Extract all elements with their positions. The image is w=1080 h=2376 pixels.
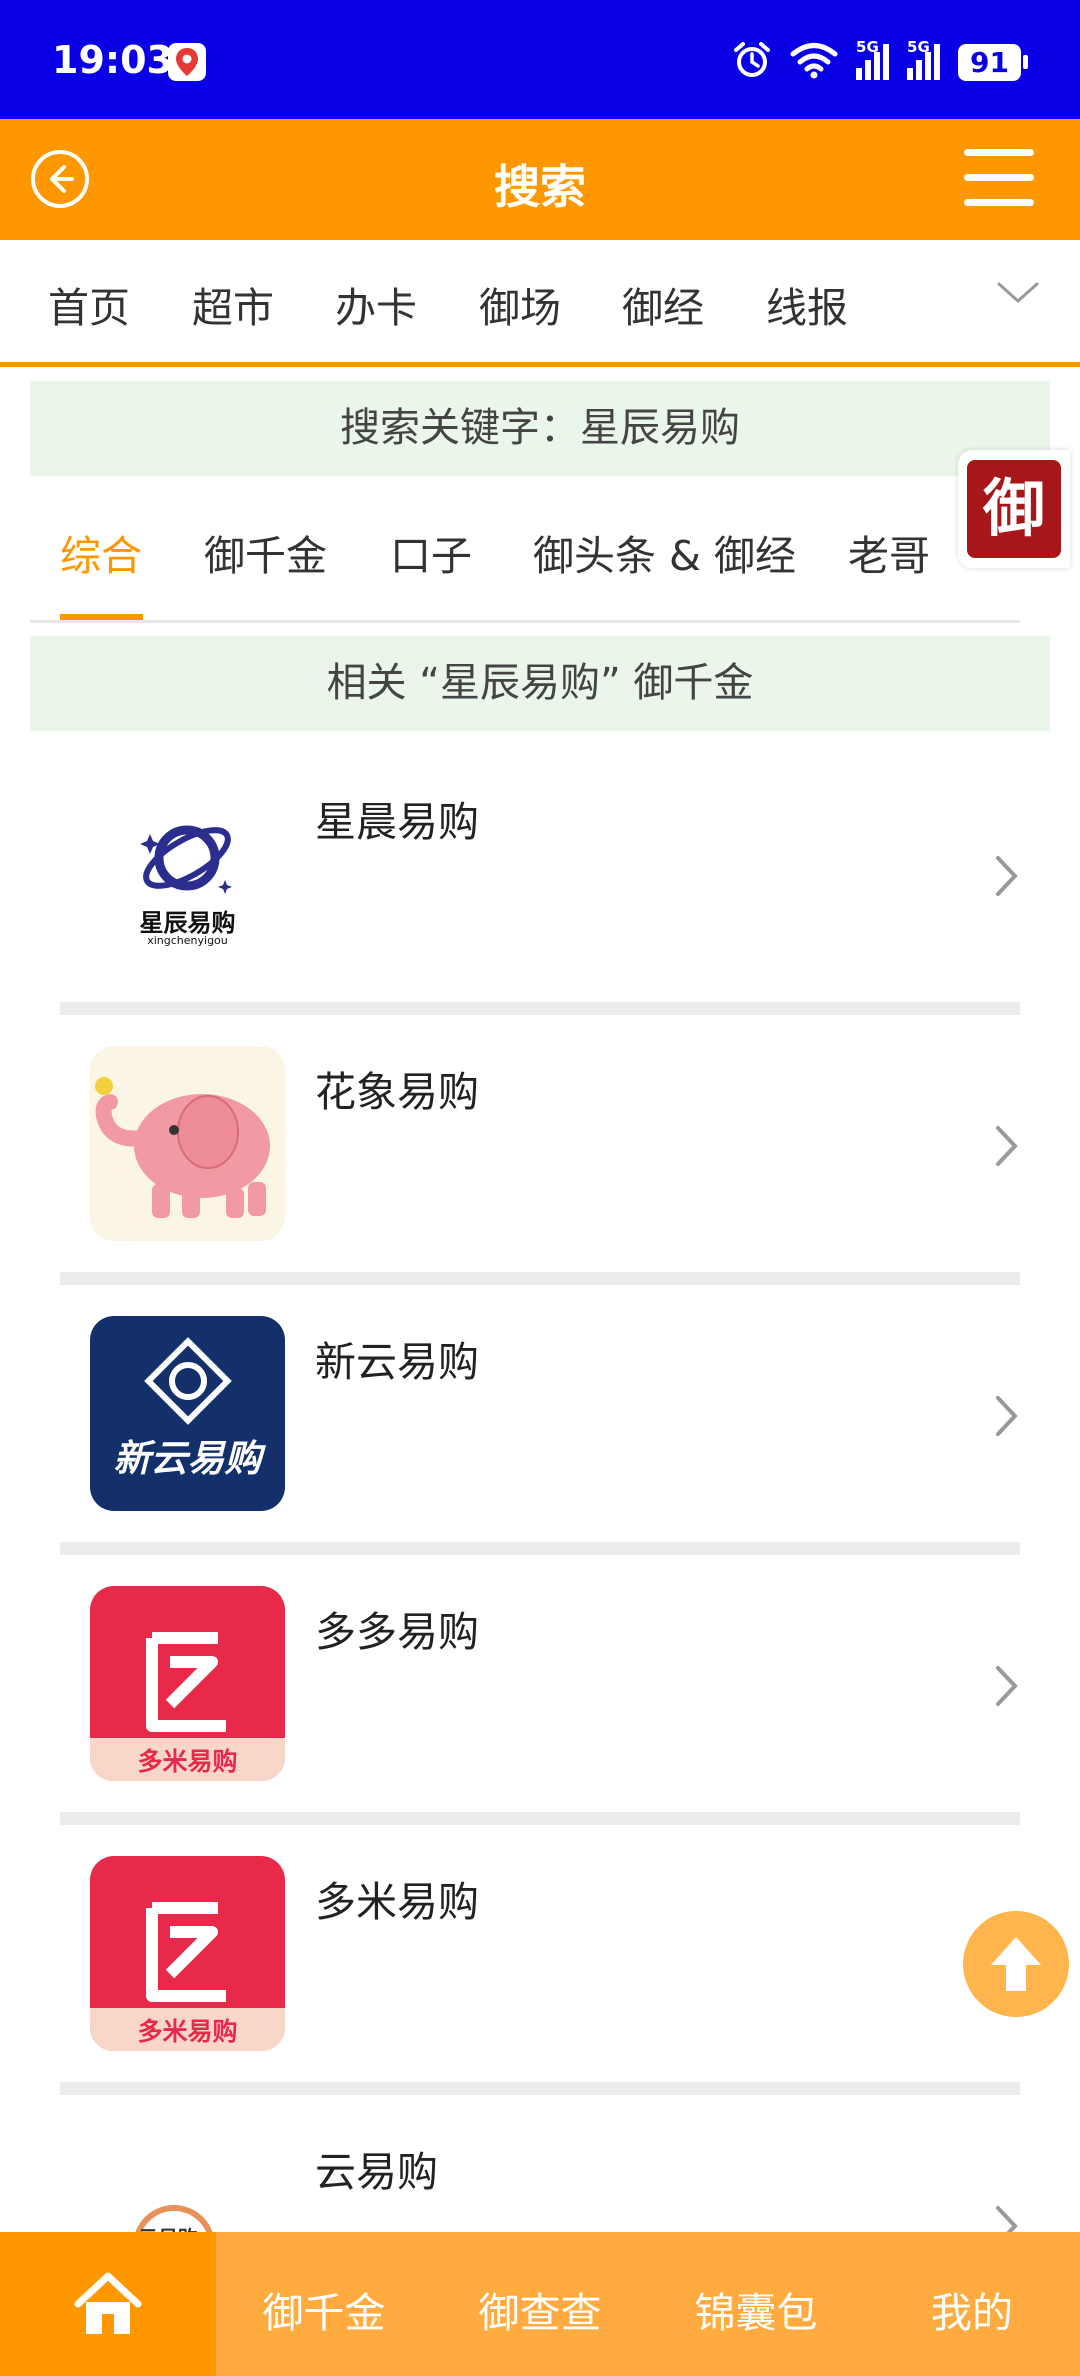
network-type-label: 5G bbox=[856, 38, 879, 56]
arrow-up-icon bbox=[991, 1937, 1041, 1991]
nav-yuchacha[interactable]: 御查查 bbox=[432, 2279, 648, 2339]
header-bar: 搜索 bbox=[0, 119, 1080, 240]
xinyun-logo: 新云易购 bbox=[90, 1316, 285, 1511]
tab-all[interactable]: 综合 bbox=[60, 522, 142, 582]
duomi-logo: 多米易购 bbox=[90, 1586, 285, 1781]
map-pin-icon bbox=[168, 43, 206, 81]
result-name: 多多易购 bbox=[315, 1608, 479, 1656]
wifi-icon bbox=[790, 41, 838, 83]
hamburger-menu-icon[interactable] bbox=[964, 149, 1034, 207]
tab-kouzi[interactable]: 口子 bbox=[390, 522, 472, 582]
battery-level: 91 bbox=[958, 43, 1021, 81]
nav-jinnangbao[interactable]: 锦囊包 bbox=[648, 2279, 864, 2339]
list-item[interactable]: 星辰易购 xingchenyigou 星晨易购 bbox=[60, 776, 1020, 971]
list-item[interactable]: 多米易购 多多易购 bbox=[60, 1586, 1020, 1781]
cellular-signal-icon: 5G bbox=[907, 38, 941, 80]
list-item[interactable]: 多米易购 多米易购 bbox=[60, 1856, 1020, 2051]
category-item-xianbao[interactable]: 线报 bbox=[766, 274, 848, 334]
scroll-to-top-button[interactable] bbox=[963, 1911, 1069, 2017]
battery-icon: 91 bbox=[958, 43, 1028, 81]
chevron-right-icon bbox=[994, 1124, 1020, 1172]
list-item[interactable]: 新云易购 新云易购 bbox=[60, 1316, 1020, 1511]
category-item-yujing[interactable]: 御经 bbox=[622, 274, 704, 334]
bottom-nav: 御千金 御查查 锦囊包 我的 bbox=[0, 2232, 1080, 2376]
list-divider bbox=[60, 1812, 1020, 1825]
list-item[interactable]: 花象易购 bbox=[60, 1046, 1020, 1241]
page-title: 搜索 bbox=[494, 160, 586, 214]
result-name: 新云易购 bbox=[315, 1338, 479, 1386]
floating-seal-button[interactable]: 御 bbox=[958, 450, 1070, 568]
list-divider bbox=[60, 1002, 1020, 1015]
list-divider bbox=[60, 1542, 1020, 1555]
logo-subtext: xingchenyigou bbox=[147, 934, 228, 947]
network-type-label: 5G bbox=[907, 38, 930, 56]
result-tabs: 综合 御千金 口子 御头条 & 御经 老哥 bbox=[30, 478, 1020, 623]
result-name: 花象易购 bbox=[315, 1068, 479, 1116]
category-item-supermarket[interactable]: 超市 bbox=[192, 274, 274, 334]
category-item-card[interactable]: 办卡 bbox=[335, 274, 417, 334]
chevron-down-icon[interactable] bbox=[996, 280, 1040, 310]
related-results-banner: 相关 “星辰易购” 御千金 bbox=[30, 636, 1050, 731]
category-nav: 首页 超市 办卡 御场 御经 线报 bbox=[0, 240, 1080, 367]
seal-logo: 御 bbox=[967, 460, 1061, 558]
logo-text: 新云易购 bbox=[113, 1437, 262, 1480]
logo-text: 多米易购 bbox=[137, 2017, 238, 2046]
duomi-logo: 多米易购 bbox=[90, 1856, 285, 2051]
list-divider bbox=[60, 2082, 1020, 2095]
tab-laoge[interactable]: 老哥 bbox=[848, 522, 930, 582]
tab-indicator bbox=[60, 614, 143, 620]
status-bar: 19:03 5G 5G 91 bbox=[0, 0, 1080, 119]
list-divider bbox=[60, 1272, 1020, 1285]
tab-news[interactable]: 御头条 & 御经 bbox=[533, 522, 796, 582]
logo-text: 多米易购 bbox=[137, 1747, 238, 1776]
status-time: 19:03 bbox=[52, 38, 173, 82]
nav-home[interactable] bbox=[0, 2232, 216, 2376]
category-item-yuchang[interactable]: 御场 bbox=[479, 274, 561, 334]
elephant-logo bbox=[90, 1046, 285, 1241]
result-name: 星晨易购 bbox=[315, 798, 479, 846]
result-name: 多米易购 bbox=[315, 1878, 479, 1926]
chevron-right-icon bbox=[994, 1664, 1020, 1712]
home-icon bbox=[74, 2272, 142, 2334]
category-item-home[interactable]: 首页 bbox=[48, 274, 130, 334]
chevron-right-icon bbox=[994, 1394, 1020, 1442]
nav-profile[interactable]: 我的 bbox=[864, 2279, 1080, 2339]
search-keyword-banner: 搜索关键字：星辰易购 bbox=[30, 381, 1050, 476]
cellular-signal-icon: 5G bbox=[856, 38, 890, 80]
result-name: 云易购 bbox=[315, 2148, 438, 2196]
xingchen-logo: 星辰易购 xingchenyigou bbox=[90, 776, 285, 971]
chevron-right-icon bbox=[994, 854, 1020, 902]
tab-yuqianjin[interactable]: 御千金 bbox=[204, 522, 327, 582]
nav-yuqianjin[interactable]: 御千金 bbox=[216, 2279, 432, 2339]
status-icons: 5G 5G 91 bbox=[732, 38, 1028, 84]
alarm-icon bbox=[732, 40, 772, 84]
logo-text: 星辰易购 bbox=[139, 909, 236, 937]
